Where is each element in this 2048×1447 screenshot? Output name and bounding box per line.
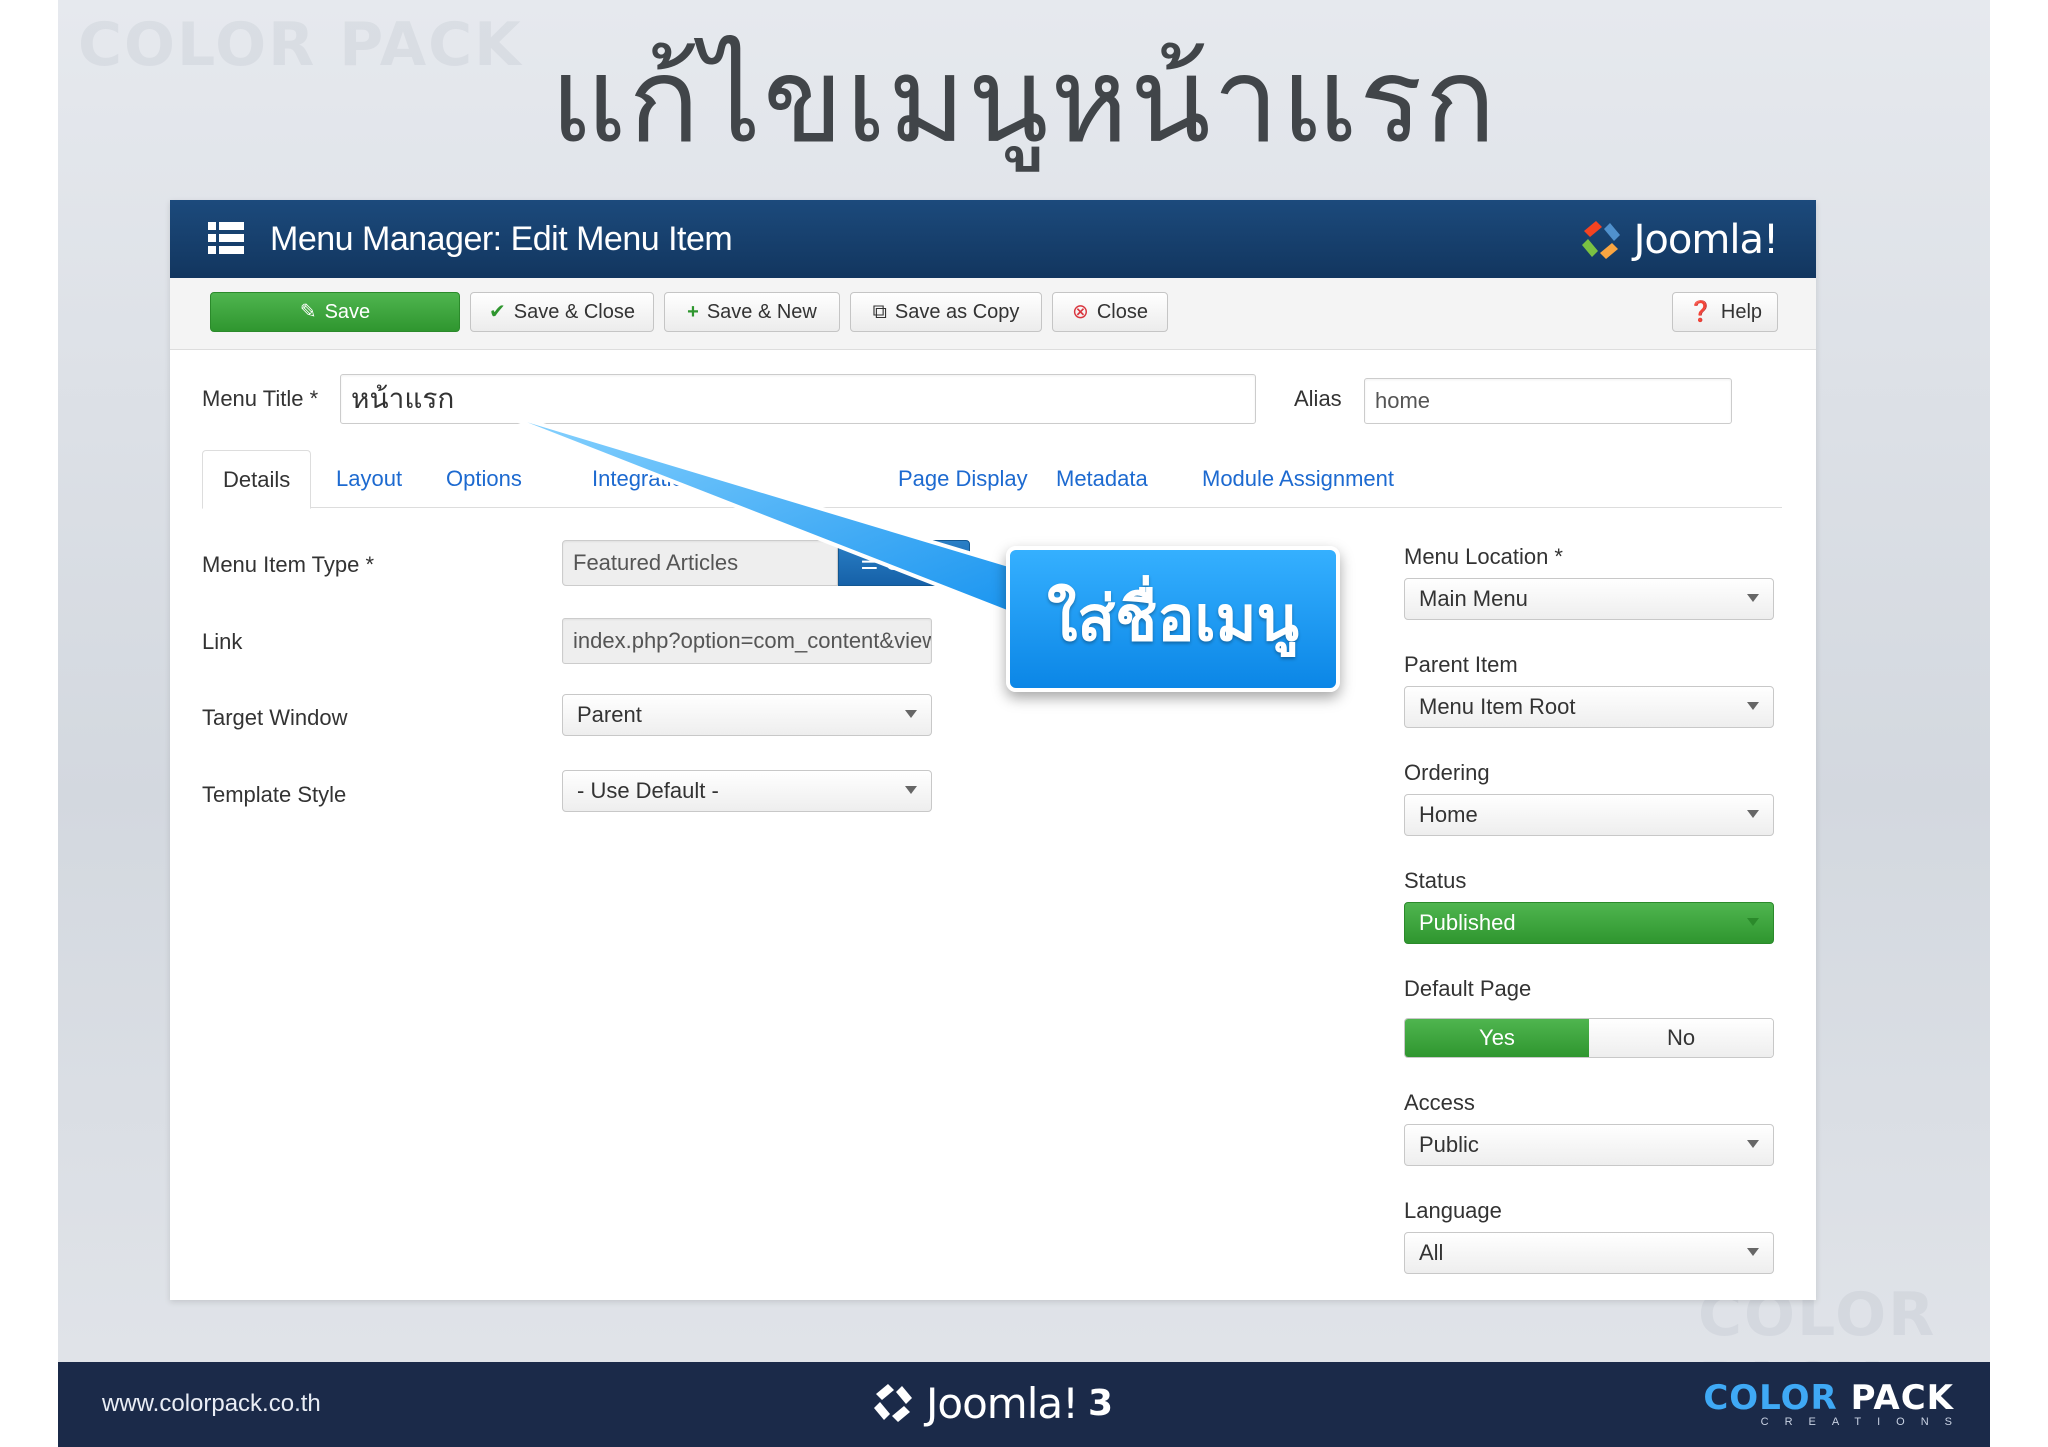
ordering-label: Ordering bbox=[1404, 760, 1490, 785]
menu-location-label: Menu Location * bbox=[1404, 544, 1563, 569]
status-label: Status bbox=[1404, 868, 1467, 893]
default-page-no[interactable]: No bbox=[1589, 1019, 1773, 1057]
chevron-down-icon bbox=[1747, 1248, 1759, 1256]
status-select[interactable]: Published bbox=[1404, 902, 1774, 944]
joomla-logo-icon bbox=[874, 1384, 912, 1422]
access-select[interactable]: Public bbox=[1404, 1124, 1774, 1166]
colorpack-logo: COLOR PACK CREATIONS bbox=[1703, 1378, 1968, 1428]
menu-item-type-field: Featured Articles bbox=[562, 540, 838, 586]
close-circle-icon: ⊗ bbox=[1072, 301, 1089, 323]
plus-icon: + bbox=[687, 301, 699, 323]
slide-footer: www.colorpack.co.th Joomla! 3 COLOR PACK… bbox=[58, 1362, 1990, 1447]
language-label: Language bbox=[1404, 1198, 1502, 1223]
menu-title-input[interactable]: หน้าแรก bbox=[340, 374, 1256, 424]
slide-title: แก้ไขเมนูหน้าแรก bbox=[550, 31, 1498, 169]
callout-box: ใส่ชื่อเมนู bbox=[1006, 546, 1340, 692]
select-menu-type-button[interactable]: ☰ Select bbox=[838, 540, 970, 586]
chevron-down-icon bbox=[1747, 918, 1759, 926]
help-button[interactable]: ❓ Help bbox=[1672, 292, 1778, 332]
tab-integration[interactable]: Integration bbox=[592, 450, 696, 508]
menu-item-type-label: Menu Item Type * bbox=[202, 552, 375, 577]
menu-title-label: Menu Title * bbox=[202, 386, 319, 411]
template-style-label: Template Style bbox=[202, 782, 347, 807]
parent-item-select[interactable]: Menu Item Root bbox=[1404, 686, 1774, 728]
default-page-toggle: Yes No bbox=[1404, 1018, 1774, 1058]
chevron-down-icon bbox=[1747, 1140, 1759, 1148]
help-icon: ❓ bbox=[1687, 301, 1713, 323]
list-icon bbox=[208, 222, 244, 254]
parent-item-label: Parent Item bbox=[1404, 652, 1518, 677]
slide: COLOR PACK COLOR PACK แก้ไขเมนูหน้าแรก M… bbox=[58, 0, 1990, 1447]
tab-metadata[interactable]: Metadata bbox=[1056, 450, 1148, 508]
toolbar: ✎ Save ✔ Save & Close + Save & New ⧉ Sav… bbox=[170, 278, 1816, 350]
footer-joomla-logo: Joomla! 3 bbox=[868, 1378, 1113, 1428]
save-close-button[interactable]: ✔ Save & Close bbox=[470, 292, 654, 332]
menu-location-select[interactable]: Main Menu bbox=[1404, 578, 1774, 620]
page-title: Menu Manager: Edit Menu Item bbox=[270, 220, 733, 258]
language-select[interactable]: All bbox=[1404, 1232, 1774, 1274]
default-page-yes[interactable]: Yes bbox=[1405, 1019, 1589, 1057]
tab-details[interactable]: Details bbox=[202, 450, 312, 509]
footer-url: www.colorpack.co.th bbox=[102, 1390, 321, 1417]
save-as-copy-button[interactable]: ⧉ Save as Copy bbox=[850, 292, 1042, 332]
link-field: index.php?option=com_content&view=featur… bbox=[562, 618, 932, 664]
target-window-select[interactable]: Parent bbox=[562, 694, 932, 736]
tab-layout[interactable]: Layout bbox=[336, 450, 402, 508]
link-label: Link bbox=[202, 629, 243, 654]
save-new-button[interactable]: + Save & New bbox=[664, 292, 840, 332]
tab-bar: Details Layout Options Integration Page … bbox=[202, 450, 1782, 509]
list-icon: ☰ bbox=[860, 552, 879, 574]
alias-label: Alias bbox=[1294, 386, 1342, 411]
joomla-logo: Joomla! bbox=[1576, 212, 1779, 268]
tab-options[interactable]: Options bbox=[446, 450, 522, 508]
alias-input[interactable]: home bbox=[1364, 378, 1732, 424]
save-button[interactable]: ✎ Save bbox=[210, 292, 460, 332]
edit-icon: ✎ bbox=[299, 301, 317, 323]
chevron-down-icon bbox=[1747, 702, 1759, 710]
chevron-down-icon bbox=[905, 786, 917, 794]
close-button[interactable]: ⊗ Close bbox=[1052, 292, 1168, 332]
joomla-logo-icon bbox=[1581, 221, 1620, 259]
ordering-select[interactable]: Home bbox=[1404, 794, 1774, 836]
chevron-down-icon bbox=[905, 710, 917, 718]
app-header: Menu Manager: Edit Menu Item Joomla! bbox=[170, 200, 1816, 278]
template-style-select[interactable]: - Use Default - bbox=[562, 770, 932, 812]
access-label: Access bbox=[1404, 1090, 1475, 1115]
default-page-label: Default Page bbox=[1404, 976, 1532, 1001]
chevron-down-icon bbox=[1747, 594, 1759, 602]
tab-module-assignment[interactable]: Module Assignment bbox=[1202, 450, 1394, 508]
copy-icon: ⧉ bbox=[872, 301, 887, 323]
target-window-label: Target Window bbox=[202, 705, 348, 730]
tab-page-display[interactable]: Page Display bbox=[898, 450, 1028, 508]
chevron-down-icon bbox=[1747, 810, 1759, 818]
check-icon: ✔ bbox=[489, 301, 506, 323]
joomla-window: Menu Manager: Edit Menu Item Joomla! ✎ S… bbox=[170, 200, 1816, 1300]
